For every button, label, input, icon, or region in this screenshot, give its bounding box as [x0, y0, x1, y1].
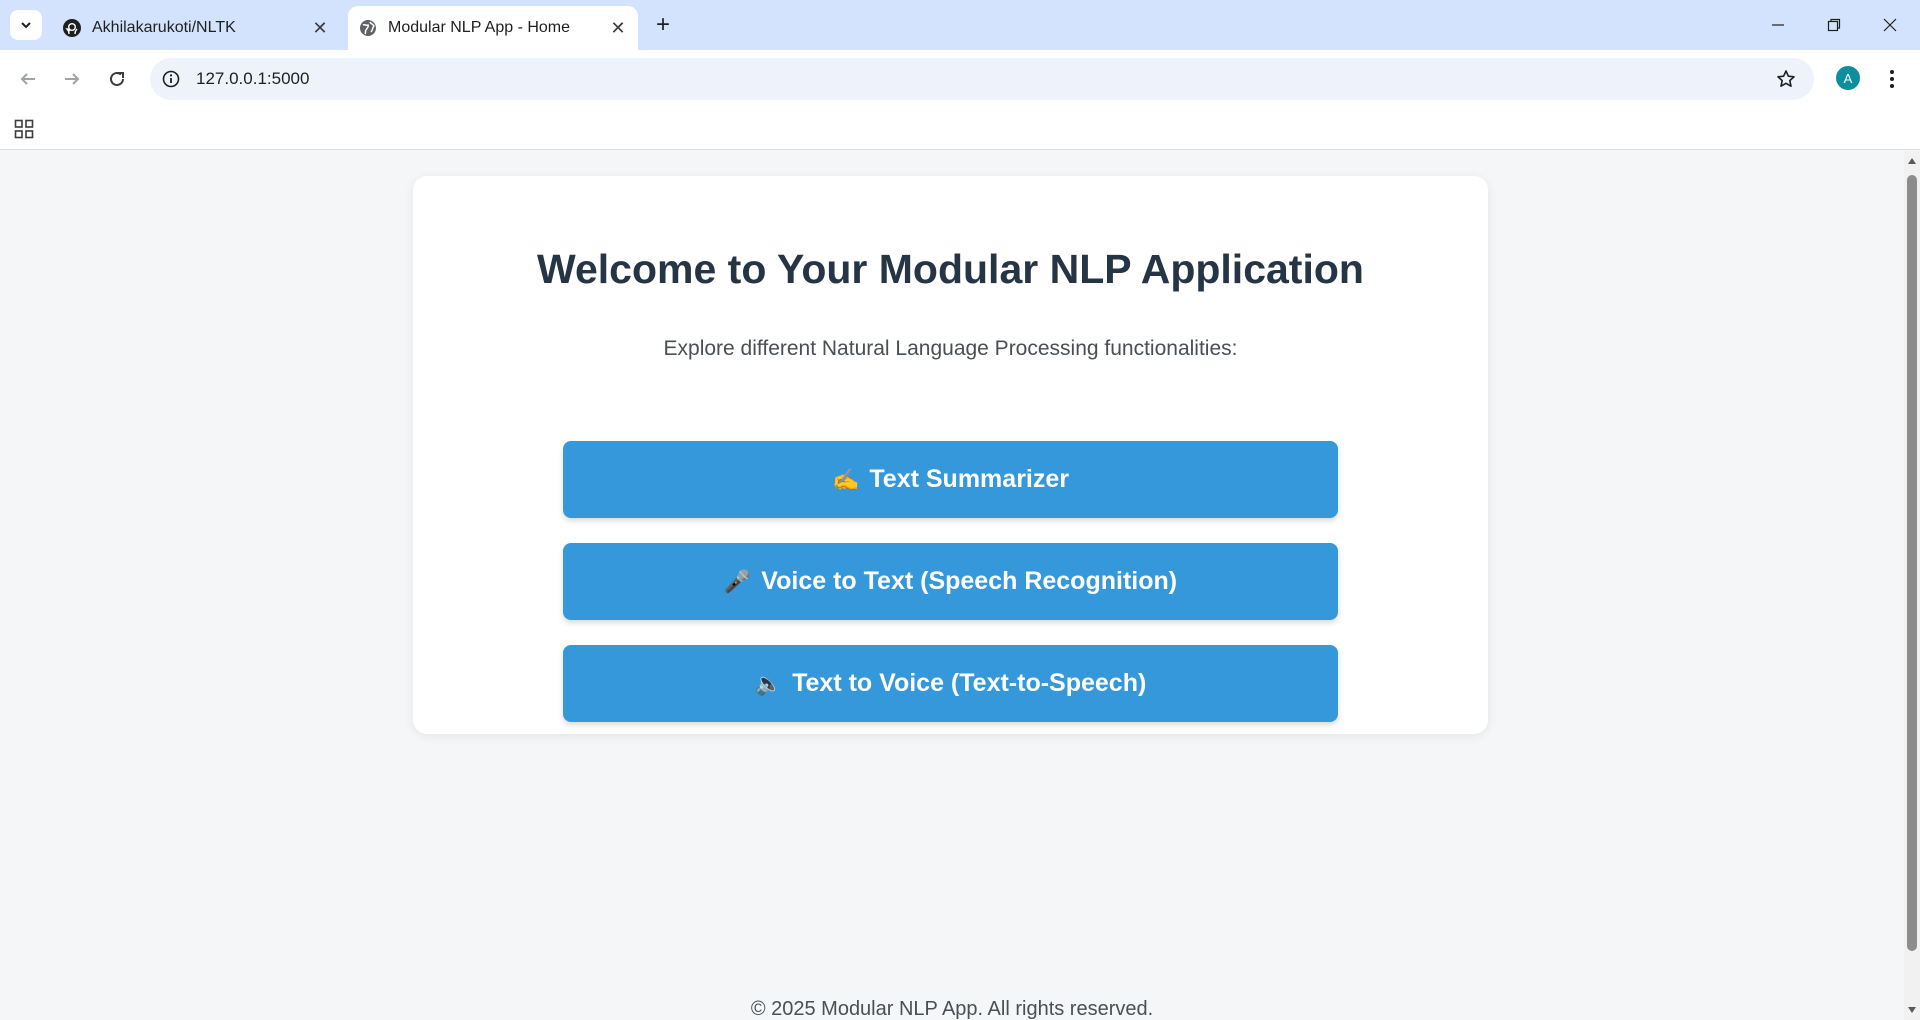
new-tab-button[interactable]: + — [648, 10, 678, 40]
plus-icon: + — [655, 11, 670, 38]
more-vertical-icon — [1890, 70, 1894, 88]
globe-icon — [358, 18, 378, 38]
window-close-button[interactable] — [1862, 0, 1918, 50]
text-to-voice-button[interactable]: 🔈 Text to Voice (Text-to-Speech) — [563, 645, 1338, 722]
back-button[interactable] — [12, 63, 44, 95]
voice-to-text-button[interactable]: 🎤 Voice to Text (Speech Recognition) — [563, 543, 1338, 620]
url-text: 127.0.0.1:5000 — [196, 69, 310, 88]
arrow-left-icon — [20, 73, 35, 85]
close-icon[interactable]: ✕ — [604, 14, 632, 42]
close-icon — [1883, 18, 1897, 32]
github-icon — [62, 18, 82, 38]
close-icon[interactable]: ✕ — [306, 14, 334, 42]
bookmarks-bar — [0, 108, 1920, 150]
button-label: Voice to Text (Speech Recognition) — [761, 567, 1178, 595]
tab-title: Modular NLP App - Home — [388, 19, 571, 36]
site-info-icon[interactable] — [160, 68, 182, 90]
tab-title: Akhilakarukoti/NLTK — [92, 19, 236, 36]
star-icon[interactable] — [1774, 67, 1798, 91]
tab-nlp-home[interactable]: Modular NLP App - Home ✕ — [348, 6, 638, 50]
browser-toolbar: 127.0.0.1:5000 A — [0, 50, 1920, 108]
apps-grid-button[interactable] — [12, 117, 36, 141]
apps-grid-icon — [14, 119, 34, 139]
writing-hand-icon: ✍️ — [831, 466, 860, 492]
tab-github[interactable]: Akhilakarukoti/NLTK ✕ — [52, 6, 340, 50]
page-subtitle: Explore different Natural Language Proce… — [663, 337, 1238, 360]
restore-icon — [1827, 18, 1841, 32]
arrow-right-icon — [65, 73, 80, 85]
scroll-up-arrow-icon[interactable] — [1904, 154, 1920, 168]
chevron-down-icon — [21, 22, 31, 29]
profile-avatar[interactable]: A — [1836, 66, 1860, 90]
minimize-icon — [1772, 24, 1784, 26]
scrollbar-thumb[interactable] — [1907, 175, 1917, 951]
welcome-card: Welcome to Your Modular NLP Application … — [413, 176, 1488, 734]
tab-search-button[interactable] — [10, 10, 42, 40]
minimize-button[interactable] — [1750, 0, 1806, 50]
microphone-icon: 🎤 — [723, 568, 752, 594]
browser-menu-button[interactable] — [1878, 64, 1906, 94]
button-label: Text Summarizer — [869, 465, 1069, 493]
tab-strip: Akhilakarukoti/NLTK ✕ Modular NLP App - … — [0, 0, 1920, 50]
page-title: Welcome to Your Modular NLP Application — [537, 246, 1364, 292]
page-viewport: Welcome to Your Modular NLP Application … — [0, 151, 1904, 1020]
speaker-icon: 🔈 — [754, 670, 783, 696]
page-footer: © 2025 Modular NLP App. All rights reser… — [750, 998, 1154, 1020]
reload-button[interactable] — [101, 63, 133, 95]
restore-button[interactable] — [1806, 0, 1862, 50]
scroll-down-arrow-icon[interactable] — [1904, 1003, 1920, 1017]
button-label: Text to Voice (Text-to-Speech) — [792, 669, 1147, 697]
reload-icon — [110, 71, 124, 86]
text-summarizer-button[interactable]: ✍️ Text Summarizer — [563, 441, 1338, 518]
address-bar[interactable]: 127.0.0.1:5000 — [150, 58, 1814, 100]
vertical-scrollbar[interactable] — [1904, 151, 1920, 1020]
forward-button[interactable] — [56, 63, 88, 95]
